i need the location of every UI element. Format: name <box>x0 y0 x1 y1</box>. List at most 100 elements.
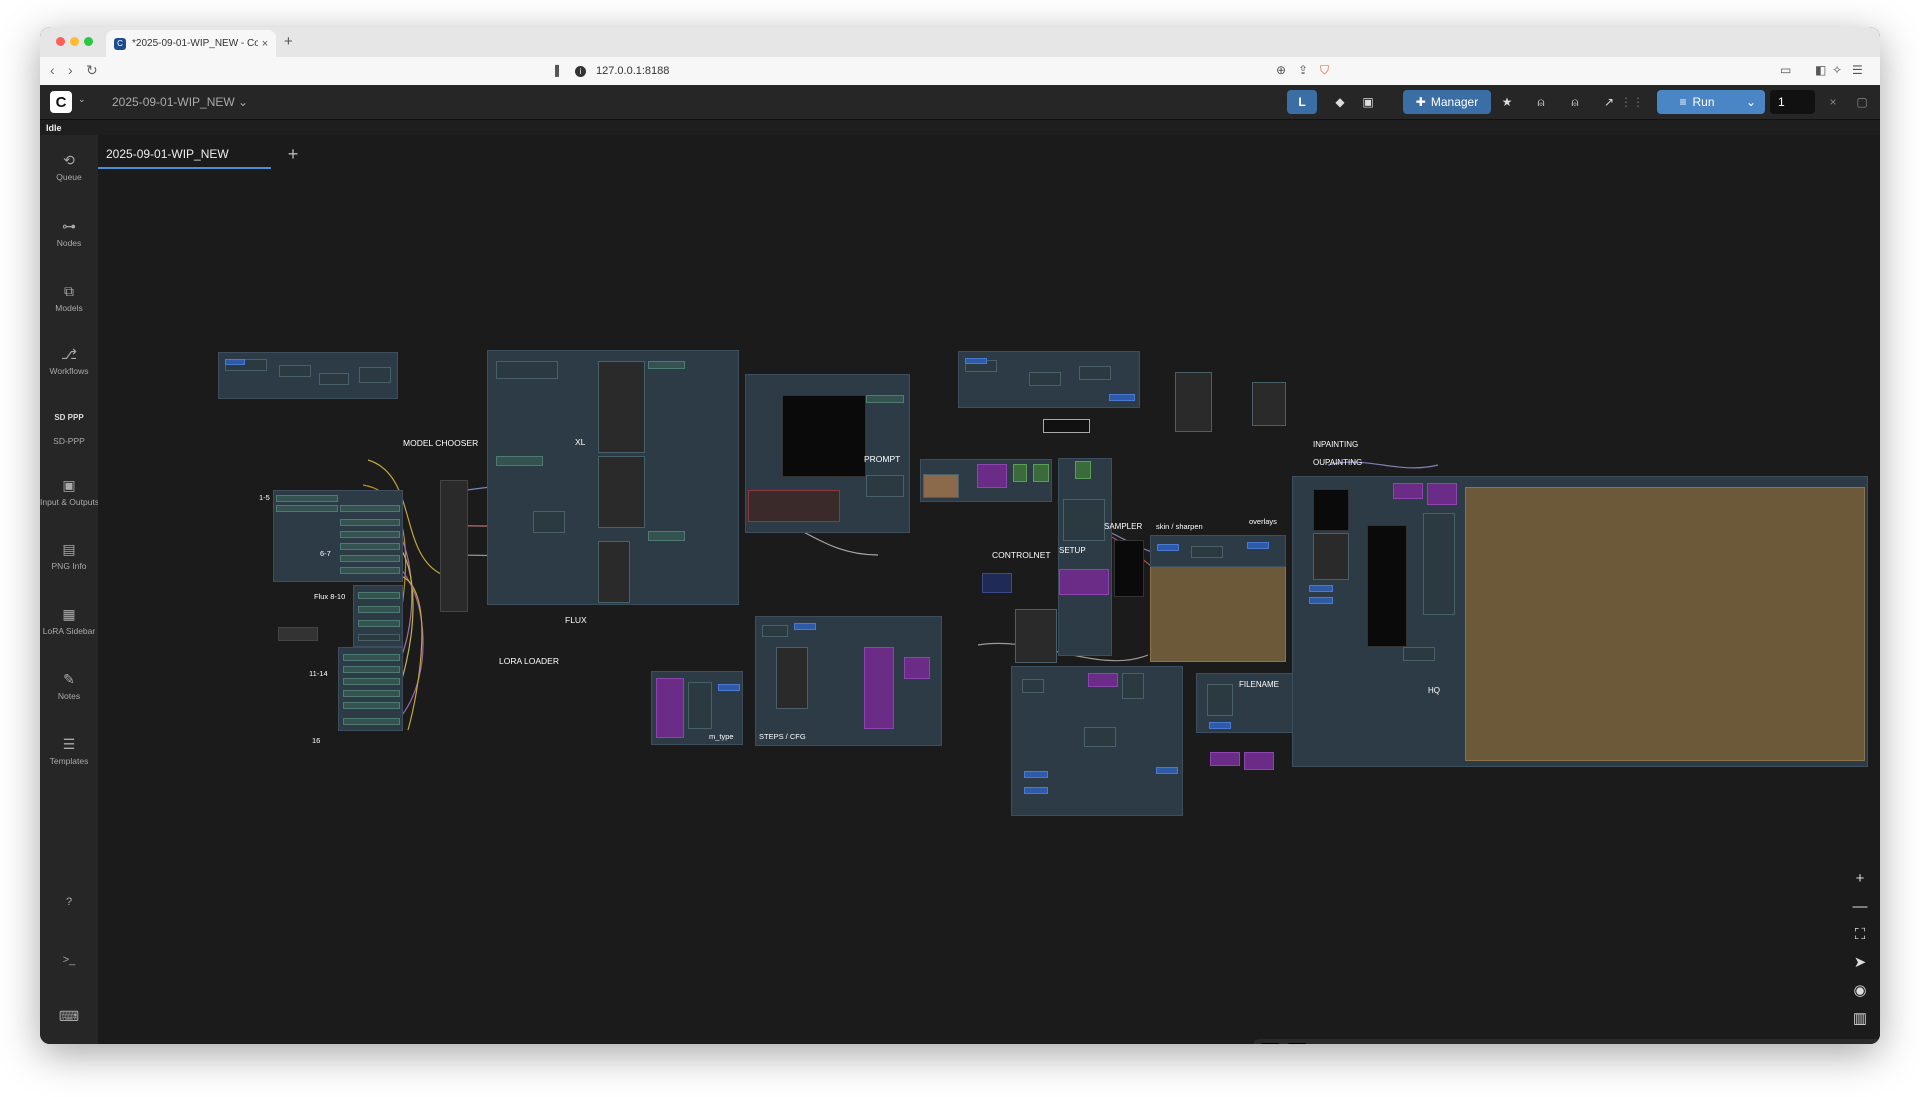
node[interactable] <box>1033 464 1049 482</box>
new-tab-button[interactable]: + <box>284 33 293 50</box>
node[interactable] <box>965 358 987 364</box>
node[interactable] <box>1309 597 1333 604</box>
close-tab-icon[interactable]: × <box>258 38 272 50</box>
node[interactable] <box>1122 673 1144 699</box>
node[interactable] <box>1309 585 1333 592</box>
extensions-icon[interactable]: ✧ <box>1832 63 1842 77</box>
hq-preview[interactable] <box>1465 487 1865 761</box>
panel-toggle-icon[interactable]: ▢ <box>1852 90 1872 114</box>
sidebar-item-png-info[interactable]: ▤ PNG Info <box>40 540 98 571</box>
node[interactable] <box>1024 787 1048 794</box>
node[interactable] <box>533 511 565 533</box>
zoom-in-button[interactable]: + <box>1840 865 1880 893</box>
batch-count-input[interactable]: 1 <box>1770 90 1815 114</box>
node[interactable] <box>1247 542 1269 549</box>
site-info-icon[interactable]: i <box>575 65 586 77</box>
forward-button[interactable]: › <box>68 62 73 78</box>
node[interactable] <box>864 647 894 729</box>
node[interactable] <box>340 543 400 550</box>
close-queue-button[interactable]: × <box>1823 90 1843 114</box>
sidebar-item-models[interactable]: ⧉ Models <box>40 282 98 313</box>
node[interactable] <box>340 519 400 526</box>
node[interactable] <box>1191 546 1223 558</box>
share-workflow-icon[interactable]: ↗ <box>1597 90 1621 114</box>
manager-button[interactable]: ✚ Manager <box>1403 90 1491 114</box>
node[interactable] <box>1022 679 1044 693</box>
workflow-name[interactable]: 2025-09-01-WIP_NEW ⌄ <box>112 95 248 109</box>
node[interactable] <box>794 623 816 630</box>
group-1-7[interactable] <box>273 490 403 582</box>
node[interactable] <box>776 647 808 709</box>
node[interactable] <box>1423 513 1455 615</box>
save-icon[interactable]: ▣ <box>1358 90 1378 114</box>
node[interactable] <box>358 606 400 613</box>
node[interactable] <box>340 531 400 538</box>
node[interactable] <box>648 361 685 369</box>
select-mode-button[interactable]: ➤ <box>1840 949 1880 977</box>
group-preview-brown[interactable] <box>1150 566 1286 662</box>
color-swatch[interactable] <box>1286 1043 1308 1044</box>
node[interactable] <box>1156 767 1178 774</box>
comfy-logo[interactable]: C <box>50 91 72 113</box>
maximize-window-button[interactable] <box>84 37 93 46</box>
model-icon[interactable]: ◆ <box>1330 90 1350 114</box>
node[interactable] <box>648 531 685 541</box>
keyboard-button[interactable]: ⌨ <box>40 1007 98 1025</box>
node[interactable] <box>656 678 684 738</box>
run-button[interactable]: ≡ Run <box>1657 90 1737 114</box>
node[interactable] <box>340 567 400 574</box>
node[interactable] <box>1210 752 1240 766</box>
node[interactable] <box>1109 394 1135 401</box>
node[interactable] <box>977 464 1007 488</box>
node[interactable] <box>1244 752 1274 770</box>
help-button[interactable]: ? <box>40 893 98 911</box>
node[interactable] <box>1157 544 1179 551</box>
node[interactable] <box>1313 533 1349 580</box>
node[interactable] <box>762 625 788 637</box>
group-controlnet[interactable] <box>920 459 1052 502</box>
node[interactable] <box>782 395 866 477</box>
node[interactable] <box>598 541 630 603</box>
node[interactable] <box>1059 569 1109 595</box>
zoom-out-button[interactable]: — <box>1840 893 1880 921</box>
bookmark-icon[interactable]: ❚ <box>552 63 562 77</box>
node[interactable] <box>1403 647 1435 661</box>
node[interactable] <box>1088 673 1118 687</box>
sidebar-toggle-icon[interactable]: ◧ <box>1815 63 1826 77</box>
group-setup[interactable] <box>1058 458 1112 656</box>
node[interactable] <box>343 702 400 709</box>
node[interactable] <box>1207 684 1233 716</box>
drag-handle-icon[interactable]: ⋮⋮ <box>1620 90 1644 114</box>
node[interactable] <box>1079 366 1111 380</box>
node[interactable] <box>1175 372 1212 432</box>
node[interactable] <box>343 654 400 661</box>
node[interactable] <box>598 361 645 453</box>
node[interactable] <box>1114 540 1144 597</box>
sidebar-item-nodes[interactable]: ⊶ Nodes <box>40 217 98 248</box>
node[interactable] <box>1393 483 1423 499</box>
node[interactable] <box>1367 525 1407 647</box>
share-icon[interactable]: ⇪ <box>1298 63 1308 77</box>
node[interactable] <box>358 620 400 627</box>
image-preview-node[interactable] <box>923 474 959 498</box>
node[interactable] <box>343 718 400 725</box>
sidebar-item-lora[interactable]: ▦ LoRA Sidebar <box>40 605 98 636</box>
node[interactable] <box>225 359 245 365</box>
sidebar-item-workflows[interactable]: ⎇ Workflows <box>40 345 98 376</box>
color-swatch[interactable] <box>1259 1043 1281 1044</box>
node[interactable] <box>359 367 391 383</box>
toggle-links-button[interactable]: ◉ <box>1840 977 1880 1005</box>
node[interactable] <box>1075 461 1091 479</box>
node[interactable] <box>598 456 645 528</box>
brave-shield-icon[interactable]: ⛉ <box>1320 63 1329 78</box>
group-xl-flux[interactable] <box>487 350 739 605</box>
node[interactable] <box>1013 464 1027 482</box>
node[interactable] <box>748 490 840 522</box>
node[interactable] <box>496 456 543 466</box>
node[interactable] <box>1063 499 1105 541</box>
chevron-down-icon[interactable]: ⌄ <box>78 94 86 105</box>
sidebar-item-queue[interactable]: ⟲ Queue <box>40 151 98 182</box>
node[interactable] <box>358 592 400 599</box>
node[interactable] <box>866 395 904 403</box>
node[interactable] <box>343 690 400 697</box>
